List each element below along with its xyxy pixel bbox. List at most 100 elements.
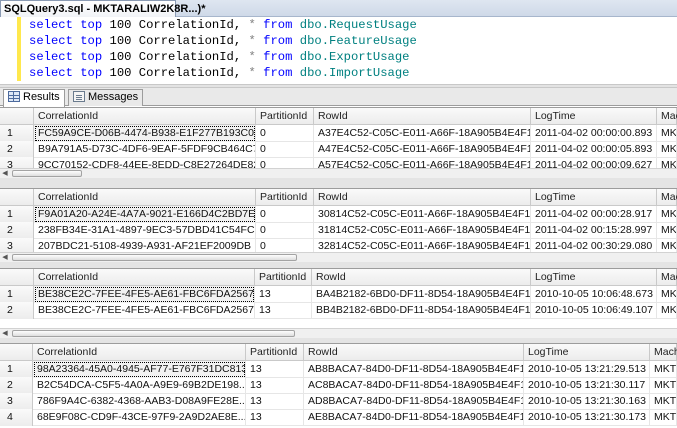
grid-cell[interactable]: 13	[246, 377, 304, 394]
column-header[interactable]: PartitionId	[256, 189, 314, 206]
row-number[interactable]: 4	[0, 409, 33, 426]
grid-cell[interactable]: F9A01A20-A24E-4A7A-9021-E166D4C2BD7E	[34, 206, 256, 223]
grid-corner[interactable]	[0, 108, 34, 125]
scrollbar-thumb[interactable]	[12, 254, 297, 261]
grid-cell[interactable]: MK	[657, 125, 677, 142]
scroll-left-icon[interactable]: ◀	[1, 254, 9, 262]
tab-results[interactable]: Results	[3, 89, 65, 107]
grid-cell[interactable]: 13	[255, 286, 312, 303]
row-number[interactable]: 1	[0, 206, 34, 223]
result-grid[interactable]: CorrelationIdPartitionIdRowIdLogTimeMach…	[0, 343, 677, 428]
row-number[interactable]: 1	[0, 125, 34, 142]
grid-cell[interactable]: BE38CE2C-7FEE-4FE5-AE61-FBC6FDA2567F	[34, 286, 255, 303]
column-header[interactable]: CorrelationId	[34, 189, 256, 206]
grid-cell[interactable]: 2011-04-02 00:00:05.893	[531, 141, 657, 158]
grid-cell[interactable]: MKT	[650, 377, 677, 394]
table-row[interactable]: 2 B2C54DCA-C5F5-4A0A-A9E9-69B2DE198... 13 A…	[0, 377, 677, 394]
grid-cell[interactable]: FC59A9CE-D06B-4474-B938-E1F277B193C0	[34, 125, 256, 142]
grid-cell[interactable]: 786F9A4C-6382-4368-AAB3-D08A9FE28E...	[33, 393, 246, 410]
grid-cell[interactable]: BE38CE2C-7FEE-4FE5-AE61-FBC6FDA2567F	[34, 302, 255, 319]
grid-cell[interactable]: 2010-10-05 13:21:30.173	[524, 409, 650, 426]
grid-cell[interactable]: MKT	[650, 361, 677, 378]
column-header[interactable]: RowId	[314, 189, 531, 206]
row-number[interactable]: 3	[0, 393, 33, 410]
row-number[interactable]: 2	[0, 302, 34, 319]
table-row[interactable]: 2 BE38CE2C-7FEE-4FE5-AE61-FBC6FDA2567F 13 B…	[0, 302, 677, 319]
scrollbar-thumb[interactable]	[12, 170, 82, 177]
column-header[interactable]: RowId	[304, 344, 524, 361]
grid-cell[interactable]: AB8BACA7-84D0-DF11-8D54-18A905B4E4F1	[304, 361, 524, 378]
horizontal-scrollbar[interactable]: ◀	[0, 252, 677, 262]
column-header[interactable]: LogTime	[531, 189, 657, 206]
grid-cell[interactable]: 0	[256, 222, 314, 239]
row-number[interactable]: 1	[0, 361, 33, 378]
grid-cell[interactable]: BA4B2182-6BD0-DF11-8D54-18A905B4E4F1	[312, 286, 531, 303]
grid-cell[interactable]: 2010-10-05 13:21:30.117	[524, 377, 650, 394]
grid-cell[interactable]: 2011-04-02 00:00:28.917	[531, 206, 657, 223]
table-row[interactable]: 1 98A23364-45A0-4945-AF77-E767F31DC813 13 A…	[0, 361, 677, 378]
query-editor[interactable]: select top 100 CorrelationId, * from dbo…	[0, 17, 677, 84]
column-header[interactable]: CorrelationId	[34, 108, 256, 125]
column-header[interactable]: Mac	[657, 189, 677, 206]
table-row[interactable]: 3 786F9A4C-6382-4368-AAB3-D08A9FE28E... 13…	[0, 393, 677, 410]
column-header[interactable]: RowId	[314, 108, 531, 125]
grid-splitter[interactable]	[0, 178, 677, 188]
column-header[interactable]: LogTime	[531, 269, 657, 286]
grid-cell[interactable]: 2011-04-02 00:15:28.997	[531, 222, 657, 239]
table-row[interactable]: 1 BE38CE2C-7FEE-4FE5-AE61-FBC6FDA2567F 13 B…	[0, 286, 677, 303]
row-number[interactable]: 1	[0, 286, 34, 303]
column-header[interactable]: CorrelationId	[34, 269, 255, 286]
column-header[interactable]: Mac	[657, 269, 677, 286]
result-grid[interactable]: CorrelationIdPartitionIdRowIdLogTimeMac1…	[0, 268, 677, 338]
table-row[interactable]: 2 B9A791A5-D73C-4DF6-9EAF-5FDF9CB464C7 0 A4…	[0, 141, 677, 158]
query-document-tab[interactable]: SQLQuery3.sql - MKTARALIW2K8R...)*	[0, 0, 205, 17]
column-header[interactable]: RowId	[312, 269, 531, 286]
grid-cell[interactable]: MKT	[650, 393, 677, 410]
table-row[interactable]: 2 238FB34E-31A1-4897-9EC3-57DBD41C54FC 0 31…	[0, 222, 677, 239]
grid-cell[interactable]: MK	[657, 222, 677, 239]
grid-cell[interactable]: B2C54DCA-C5F5-4A0A-A9E9-69B2DE198...	[33, 377, 246, 394]
grid-cell[interactable]: 0	[256, 125, 314, 142]
table-row[interactable]: 1 F9A01A20-A24E-4A7A-9021-E166D4C2BD7E 0 30…	[0, 206, 677, 223]
row-number[interactable]: 2	[0, 222, 34, 239]
table-row[interactable]: 1 FC59A9CE-D06B-4474-B938-E1F277B193C0 0 A3…	[0, 125, 677, 142]
horizontal-scrollbar[interactable]: ◀	[0, 168, 677, 178]
grid-corner[interactable]	[0, 344, 33, 361]
grid-cell[interactable]: MK	[657, 206, 677, 223]
grid-cell[interactable]: 68E9F08C-CD9F-43CE-97F9-2A9D2AE8E...	[33, 409, 246, 426]
grid-cell[interactable]: 98A23364-45A0-4945-AF77-E767F31DC813	[33, 361, 246, 378]
grid-cell[interactable]: 31814C52-C05C-E011-A66F-18A905B4E4F1	[314, 222, 531, 239]
horizontal-scrollbar[interactable]: ◀	[0, 328, 677, 338]
grid-cell[interactable]: AC8BACA7-84D0-DF11-8D54-18A905B4E4F1	[304, 377, 524, 394]
grid-cell[interactable]: 13	[246, 409, 304, 426]
grid-cell[interactable]: 238FB34E-31A1-4897-9EC3-57DBD41C54FC	[34, 222, 256, 239]
grid-cell[interactable]: A47E4C52-C05C-E011-A66F-18A905B4E4F1	[314, 141, 531, 158]
grid-cell[interactable]: 0	[256, 141, 314, 158]
table-row[interactable]: 4 68E9F08C-CD9F-43CE-97F9-2A9D2AE8E... 13 A…	[0, 409, 677, 426]
grid-cell[interactable]: 30814C52-C05C-E011-A66F-18A905B4E4F1	[314, 206, 531, 223]
tab-messages[interactable]: Messages	[68, 89, 144, 106]
scroll-left-icon[interactable]: ◀	[1, 330, 9, 338]
grid-cell[interactable]: MK	[657, 141, 677, 158]
column-header[interactable]: Mac	[657, 108, 677, 125]
grid-cell[interactable]: 13	[255, 302, 312, 319]
grid-cell[interactable]: 2010-10-05 13:21:29.513	[524, 361, 650, 378]
row-number[interactable]: 2	[0, 377, 33, 394]
grid-cell[interactable]: A37E4C52-C05C-E011-A66F-18A905B4E4F1	[314, 125, 531, 142]
grid-corner[interactable]	[0, 189, 34, 206]
code-line[interactable]: select top 100 CorrelationId, * from dbo…	[29, 49, 409, 65]
column-header[interactable]: PartitionId	[256, 108, 314, 125]
grid-cell[interactable]: BB4B2182-6BD0-DF11-8D54-18A905B4E4F1	[312, 302, 531, 319]
grid-cell[interactable]: AD8BACA7-84D0-DF11-8D54-18A905B4E4F1	[304, 393, 524, 410]
column-header[interactable]: CorrelationId	[33, 344, 246, 361]
result-grid[interactable]: CorrelationIdPartitionIdRowIdLogTimeMac1…	[0, 107, 677, 178]
grid-cell[interactable]: 13	[246, 361, 304, 378]
code-line[interactable]: select top 100 CorrelationId, * from dbo…	[29, 65, 409, 81]
code-line[interactable]: select top 100 CorrelationId, * from dbo…	[29, 33, 417, 49]
grid-cell[interactable]: B9A791A5-D73C-4DF6-9EAF-5FDF9CB464C7	[34, 141, 256, 158]
grid-cell[interactable]: 2010-10-05 10:06:49.107	[531, 302, 657, 319]
column-header[interactable]: PartitionId	[246, 344, 304, 361]
grid-cell[interactable]: 2011-04-02 00:00:00.893	[531, 125, 657, 142]
scroll-left-icon[interactable]: ◀	[1, 170, 9, 178]
code-line[interactable]: select top 100 CorrelationId, * from dbo…	[29, 17, 417, 33]
